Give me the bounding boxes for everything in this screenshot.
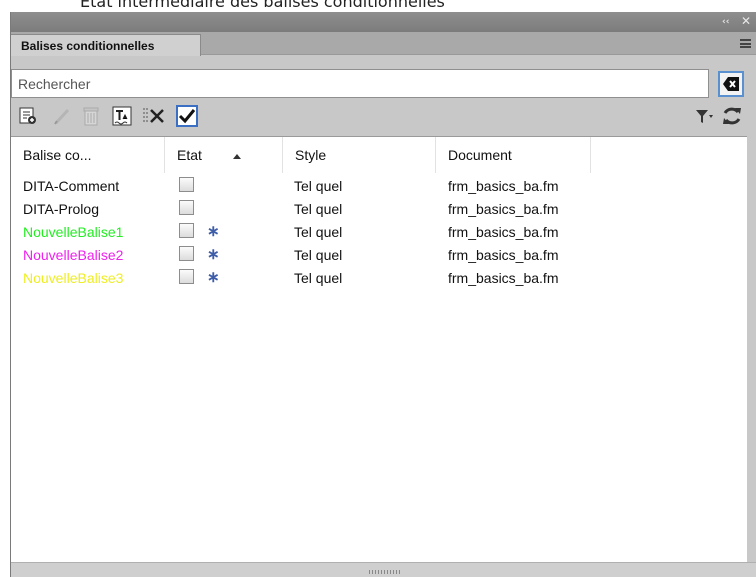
modified-indicator: ∗: [207, 246, 220, 263]
panel-resize-bar[interactable]: [11, 562, 756, 577]
close-icon[interactable]: ✕: [741, 14, 751, 28]
tab-conditional-tags[interactable]: Balises conditionnelles: [11, 34, 201, 56]
column-header-style[interactable]: Style: [283, 137, 436, 173]
state-checkbox[interactable]: [179, 246, 194, 261]
show-checkbox-icon: [176, 105, 198, 127]
state-checkbox[interactable]: [179, 223, 194, 238]
sort-ascending-icon: [233, 154, 241, 159]
state-checkbox[interactable]: [179, 269, 194, 284]
resize-grip-icon[interactable]: [369, 570, 401, 574]
table-row[interactable]: NouvelleBalise3 ∗ Tel quel frm_basics_ba.fm: [11, 267, 747, 290]
tag-style: Tel quel: [294, 201, 343, 217]
tag-name: DITA-Comment: [23, 178, 120, 194]
delete-icon: [83, 107, 99, 126]
tag-name: DITA-Prolog: [23, 201, 99, 217]
panel-title-strip: ‹‹ ✕: [11, 12, 756, 32]
delete-button[interactable]: [79, 104, 103, 128]
tag-style: Tel quel: [294, 224, 343, 240]
filter-icon: [696, 110, 713, 123]
tag-document: frm_basics_ba.fm: [448, 270, 559, 286]
column-header-state-label: Etat: [177, 147, 202, 163]
tag-document: frm_basics_ba.fm: [448, 224, 559, 240]
new-tag-icon: [19, 107, 36, 124]
tags-table: Balise co... Etat Style Document DITA-Co…: [11, 136, 747, 562]
refresh-button[interactable]: [719, 104, 745, 128]
text-format-button[interactable]: [110, 104, 134, 128]
show-checkbox-button[interactable]: [175, 104, 199, 128]
figure-caption: État intermédiaire des balises condition…: [80, 0, 445, 11]
tag-name: NouvelleBalise1: [23, 224, 124, 240]
modified-indicator: ∗: [207, 223, 220, 240]
table-row[interactable]: DITA-Prolog Tel quel frm_basics_ba.fm: [11, 198, 747, 221]
table-row[interactable]: DITA-Comment Tel quel frm_basics_ba.fm: [11, 175, 747, 198]
tag-name: NouvelleBalise3: [23, 270, 124, 286]
modified-indicator: ∗: [207, 269, 220, 286]
tab-bar: Balises conditionnelles: [11, 32, 756, 56]
tag-document: frm_basics_ba.fm: [448, 178, 559, 194]
remove-condition-icon: [143, 108, 164, 124]
edit-button[interactable]: [50, 104, 74, 128]
tag-style: Tel quel: [294, 270, 343, 286]
filter-button[interactable]: [692, 104, 716, 128]
tag-name: NouvelleBalise2: [23, 247, 124, 263]
refresh-icon: [723, 107, 741, 125]
tag-style: Tel quel: [294, 247, 343, 263]
panel-menu-icon[interactable]: [740, 39, 751, 48]
text-format-icon: [112, 106, 132, 126]
tag-style: Tel quel: [294, 178, 343, 194]
conditional-tags-panel: ‹‹ ✕ Balises conditionnelles Rechercher: [10, 12, 756, 577]
table-row[interactable]: NouvelleBalise1 ∗ Tel quel frm_basics_ba.fm: [11, 221, 747, 244]
tag-document: frm_basics_ba.fm: [448, 201, 559, 217]
state-checkbox[interactable]: [179, 200, 194, 215]
column-header-tag[interactable]: Balise co...: [11, 137, 165, 173]
state-checkbox[interactable]: [179, 177, 194, 192]
new-tag-button[interactable]: [16, 104, 40, 128]
column-header-document[interactable]: Document: [436, 137, 591, 173]
clear-search-button[interactable]: [718, 71, 744, 97]
search-input[interactable]: Rechercher: [11, 69, 709, 98]
column-header-state[interactable]: Etat: [165, 137, 283, 173]
tag-document: frm_basics_ba.fm: [448, 247, 559, 263]
collapse-icon[interactable]: ‹‹: [722, 17, 729, 27]
remove-condition-button[interactable]: [141, 104, 165, 128]
table-row[interactable]: NouvelleBalise2 ∗ Tel quel frm_basics_ba.fm: [11, 244, 747, 267]
clear-search-icon: [723, 77, 739, 91]
edit-icon: [54, 108, 70, 125]
